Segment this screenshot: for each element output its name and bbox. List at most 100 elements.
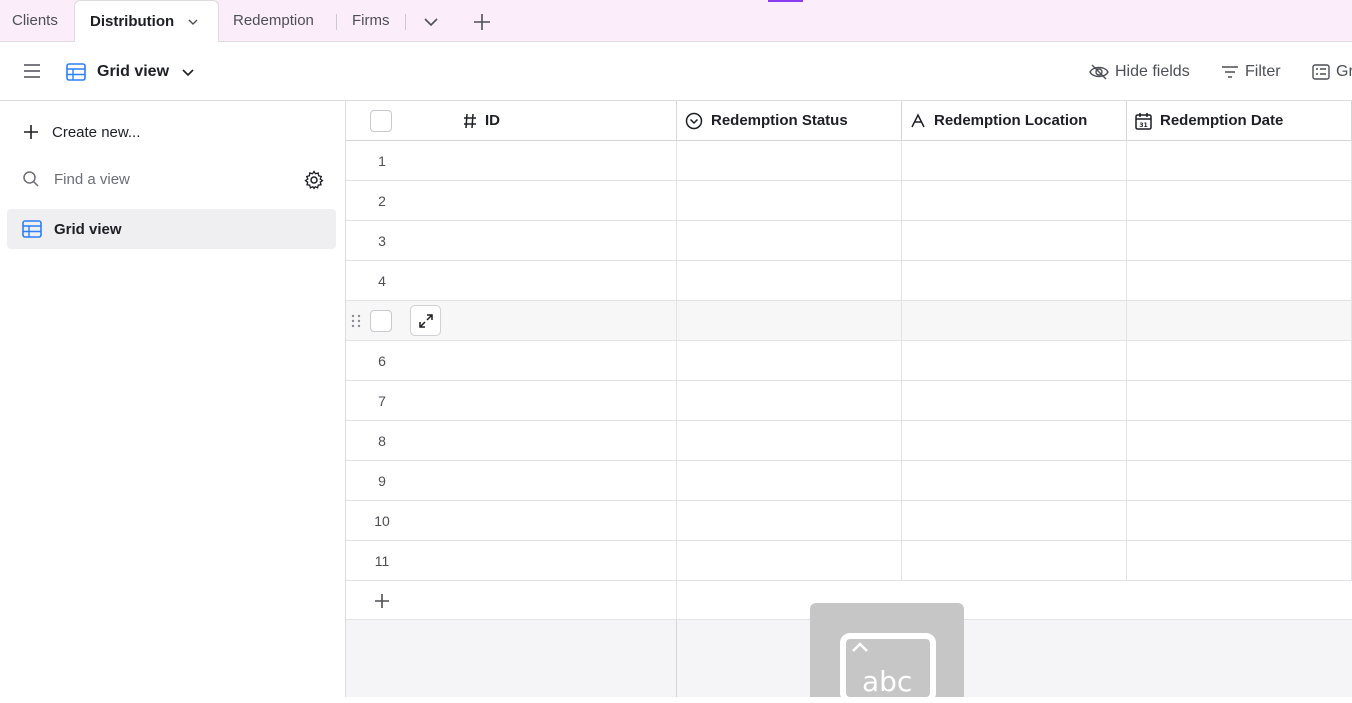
- cell-redemption-date[interactable]: [1127, 421, 1352, 461]
- find-view-search[interactable]: Find a view: [22, 170, 130, 188]
- cell-id[interactable]: 8: [346, 421, 677, 461]
- cell-redemption-status[interactable]: [677, 301, 902, 341]
- table-row[interactable]: 1: [346, 141, 1352, 181]
- table-row[interactable]: 3: [346, 221, 1352, 261]
- table-row[interactable]: [346, 301, 1352, 341]
- chevron-down-icon: [182, 69, 194, 77]
- create-new-view-button[interactable]: Create new...: [22, 123, 140, 141]
- table-row[interactable]: 7: [346, 381, 1352, 421]
- cell-redemption-date[interactable]: [1127, 301, 1352, 341]
- menu-icon[interactable]: [23, 63, 41, 79]
- filter-button[interactable]: Filter: [1221, 59, 1281, 85]
- cell-redemption-date[interactable]: [1127, 261, 1352, 301]
- cell-redemption-status[interactable]: [677, 461, 902, 501]
- view-switcher[interactable]: Grid view: [66, 59, 195, 85]
- cell-redemption-date[interactable]: [1127, 381, 1352, 421]
- cell-id[interactable]: 10: [346, 501, 677, 541]
- cell-redemption-location[interactable]: [902, 421, 1127, 461]
- cell-redemption-status[interactable]: [677, 181, 902, 221]
- cell-redemption-status[interactable]: [677, 541, 902, 581]
- filter-label: Filter: [1245, 63, 1281, 80]
- cell-redemption-date[interactable]: [1127, 341, 1352, 381]
- tab-firms[interactable]: Firms: [352, 0, 390, 42]
- tab-redemption[interactable]: Redemption: [233, 0, 314, 42]
- group-button[interactable]: Gr: [1312, 59, 1352, 85]
- cell-redemption-status[interactable]: [677, 421, 902, 461]
- cell-redemption-location[interactable]: [902, 461, 1127, 501]
- cell-id[interactable]: [346, 301, 677, 341]
- cell-id[interactable]: 1: [346, 141, 677, 181]
- hide-fields-label: Hide fields: [1115, 63, 1190, 80]
- cell-redemption-location[interactable]: [902, 381, 1127, 421]
- column-header-id[interactable]: ID: [346, 101, 677, 141]
- group-label: Gr: [1336, 63, 1352, 80]
- chevron-down-icon[interactable]: [422, 13, 440, 31]
- cell-redemption-date[interactable]: [1127, 141, 1352, 181]
- cell-id[interactable]: 7: [346, 381, 677, 421]
- row-number: 4: [378, 273, 386, 289]
- row-number: 11: [374, 553, 390, 569]
- tab-clients[interactable]: Clients: [12, 0, 58, 42]
- row-checkbox[interactable]: [370, 310, 392, 332]
- cell-redemption-location[interactable]: [902, 501, 1127, 541]
- expand-record-button[interactable]: [410, 305, 441, 336]
- table-row[interactable]: 6: [346, 341, 1352, 381]
- cell-redemption-date[interactable]: [1127, 461, 1352, 501]
- cell-id[interactable]: 3: [346, 221, 677, 261]
- select-all-checkbox[interactable]: [370, 110, 392, 132]
- expand-icon: [418, 313, 433, 328]
- tab-distribution[interactable]: Distribution: [74, 0, 219, 42]
- plus-icon: [24, 125, 38, 139]
- table-row[interactable]: 10: [346, 501, 1352, 541]
- create-new-label: Create new...: [52, 123, 141, 141]
- cell-redemption-status[interactable]: [677, 221, 902, 261]
- column-divider: [676, 620, 677, 697]
- row-number: 3: [378, 233, 386, 249]
- cell-redemption-date[interactable]: [1127, 541, 1352, 581]
- keyboard-icon: abc: [840, 633, 936, 703]
- row-number: 2: [378, 193, 386, 209]
- cell-redemption-status[interactable]: [677, 381, 902, 421]
- table-row[interactable]: 4: [346, 261, 1352, 301]
- cell-redemption-location[interactable]: [902, 181, 1127, 221]
- cell-id[interactable]: 6: [346, 341, 677, 381]
- cell-redemption-status[interactable]: [677, 141, 902, 181]
- table-row[interactable]: 9: [346, 461, 1352, 501]
- table-row[interactable]: 2: [346, 181, 1352, 221]
- table-row[interactable]: 8: [346, 421, 1352, 461]
- cell-redemption-location[interactable]: [902, 221, 1127, 261]
- cell-redemption-status[interactable]: [677, 501, 902, 541]
- cell-id[interactable]: 4: [346, 261, 677, 301]
- chevron-down-icon[interactable]: [187, 16, 199, 28]
- cell-redemption-date[interactable]: [1127, 221, 1352, 261]
- table-row[interactable]: 11: [346, 541, 1352, 581]
- cell-redemption-date[interactable]: [1127, 181, 1352, 221]
- row-number: 8: [378, 433, 386, 449]
- plus-icon[interactable]: [373, 592, 391, 610]
- column-header-redemption-location[interactable]: Redemption Location: [902, 101, 1127, 141]
- touch-keyboard-overlay[interactable]: abc: [810, 603, 964, 703]
- cell-redemption-location[interactable]: [902, 301, 1127, 341]
- cell-redemption-status[interactable]: [677, 341, 902, 381]
- cell-redemption-location[interactable]: [902, 261, 1127, 301]
- views-sidebar: Create new... Find a view Grid view: [0, 101, 346, 697]
- column-header-redemption-date[interactable]: 31 Redemption Date: [1127, 101, 1352, 141]
- add-table-icon[interactable]: [473, 13, 491, 31]
- cell-redemption-location[interactable]: [902, 141, 1127, 181]
- cell-redemption-location[interactable]: [902, 341, 1127, 381]
- hide-fields-button[interactable]: Hide fields: [1089, 59, 1190, 85]
- gear-icon[interactable]: [304, 170, 324, 190]
- sidebar-item-grid-view[interactable]: Grid view: [7, 209, 336, 249]
- eye-off-icon: [1089, 64, 1109, 80]
- cell-redemption-location[interactable]: [902, 541, 1127, 581]
- cell-redemption-date[interactable]: [1127, 501, 1352, 541]
- column-header-redemption-status[interactable]: Redemption Status: [677, 101, 902, 141]
- cell-id[interactable]: 9: [346, 461, 677, 501]
- drag-handle-icon[interactable]: [350, 313, 362, 329]
- column-header-label: Redemption Status: [711, 112, 848, 129]
- sidebar-item-label: Grid view: [54, 220, 122, 238]
- cell-redemption-status[interactable]: [677, 261, 902, 301]
- cell-id[interactable]: 2: [346, 181, 677, 221]
- tab-distribution-label: Distribution: [90, 13, 175, 30]
- cell-id[interactable]: 11: [346, 541, 677, 581]
